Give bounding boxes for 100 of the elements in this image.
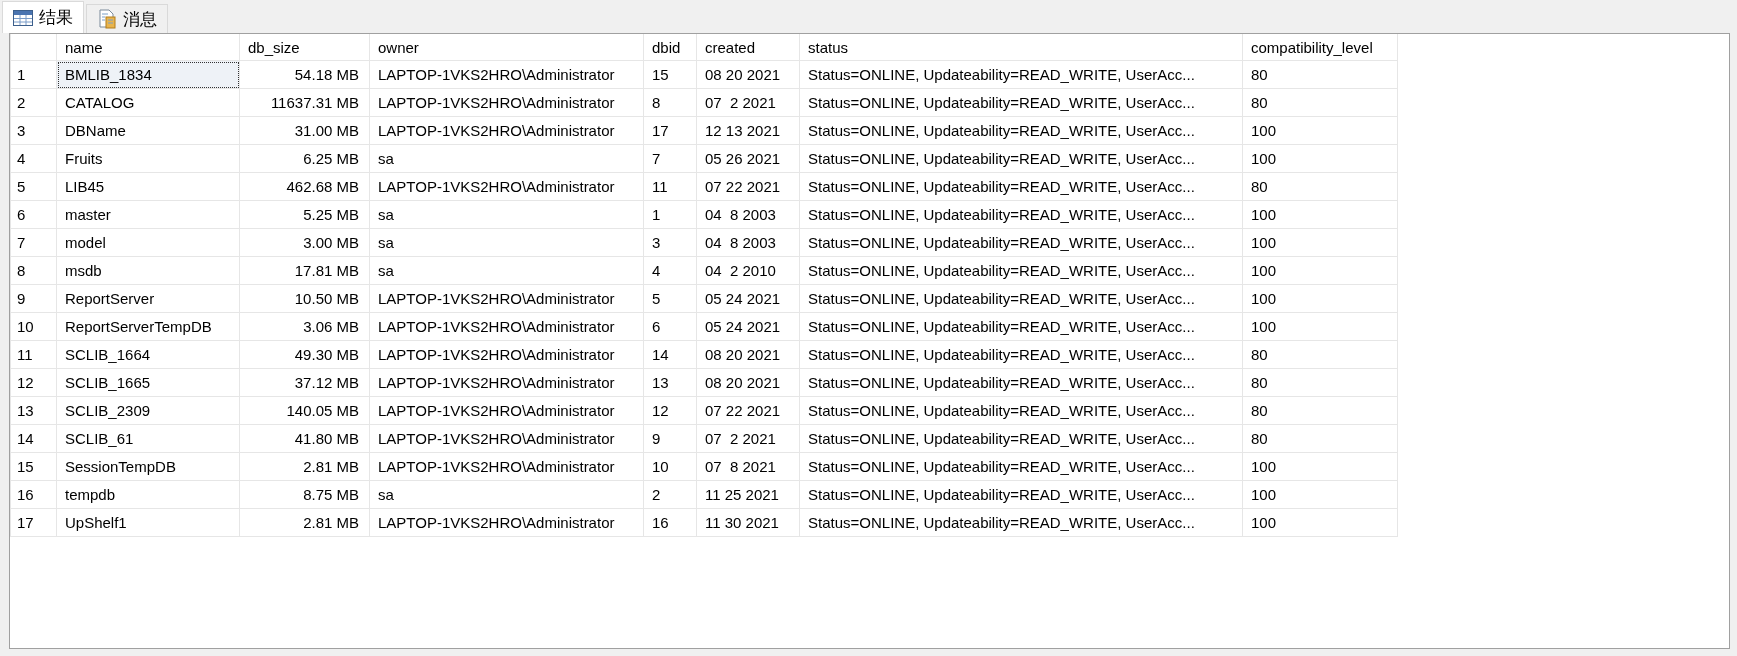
table-cell: 3	[643, 228, 697, 257]
table-cell: ReportServerTempDB	[56, 312, 240, 341]
column-header[interactable]: name	[56, 34, 240, 61]
table-cell: 08 20 2021	[696, 368, 800, 397]
table-cell: 100	[1242, 480, 1398, 509]
table-cell: Status=ONLINE, Updateability=READ_WRITE, UserAcc...	[799, 424, 1243, 453]
table-cell: 07 22 2021	[696, 396, 800, 425]
row-number: 2	[10, 88, 57, 117]
column-header[interactable]: owner	[369, 34, 644, 61]
table-cell: BMLIB_1834	[56, 60, 240, 89]
table-cell: LAPTOP-1VKS2HRO\Administrator	[369, 312, 644, 341]
table-cell: 80	[1242, 88, 1398, 117]
table-cell: 2.81 MB	[239, 452, 370, 481]
row-number: 14	[10, 424, 57, 453]
table-cell: 04 8 2003	[696, 200, 800, 229]
table-cell: 140.05 MB	[239, 396, 370, 425]
table-cell: LAPTOP-1VKS2HRO\Administrator	[369, 172, 644, 201]
table-cell: 31.00 MB	[239, 116, 370, 145]
column-header[interactable]: dbid	[643, 34, 697, 61]
table-cell: 41.80 MB	[239, 424, 370, 453]
column-header[interactable]: status	[799, 34, 1243, 61]
table-cell: 3.00 MB	[239, 228, 370, 257]
table-cell: 100	[1242, 116, 1398, 145]
table-cell: 11637.31 MB	[239, 88, 370, 117]
table-cell: 07 8 2021	[696, 452, 800, 481]
table-cell: 12 13 2021	[696, 116, 800, 145]
table-cell: 49.30 MB	[239, 340, 370, 369]
results-tab[interactable]: 结果	[2, 1, 84, 33]
table-cell: 6.25 MB	[239, 144, 370, 173]
table-cell: 100	[1242, 200, 1398, 229]
table-cell: sa	[369, 228, 644, 257]
table-cell: 80	[1242, 424, 1398, 453]
table-cell: 100	[1242, 284, 1398, 313]
table-cell: Status=ONLINE, Updateability=READ_WRITE, UserAcc...	[799, 396, 1243, 425]
table-cell: 5	[643, 284, 697, 313]
table-cell: 80	[1242, 396, 1398, 425]
table-cell: LAPTOP-1VKS2HRO\Administrator	[369, 508, 644, 537]
table-cell: 5.25 MB	[239, 200, 370, 229]
table-cell: SCLIB_61	[56, 424, 240, 453]
table-cell: tempdb	[56, 480, 240, 509]
table-cell: LAPTOP-1VKS2HRO\Administrator	[369, 88, 644, 117]
table-cell: 100	[1242, 144, 1398, 173]
column-header[interactable]: created	[696, 34, 800, 61]
table-cell: 04 8 2003	[696, 228, 800, 257]
row-number: 7	[10, 228, 57, 257]
table-cell: 14	[643, 340, 697, 369]
row-number: 15	[10, 452, 57, 481]
table-cell: SessionTempDB	[56, 452, 240, 481]
table-cell: 100	[1242, 452, 1398, 481]
table-cell: 80	[1242, 340, 1398, 369]
table-cell: DBName	[56, 116, 240, 145]
table-cell: 13	[643, 368, 697, 397]
table-cell: 07 2 2021	[696, 88, 800, 117]
table-cell: 2.81 MB	[239, 508, 370, 537]
table-cell: CATALOG	[56, 88, 240, 117]
table-cell: sa	[369, 480, 644, 509]
table-cell: 80	[1242, 368, 1398, 397]
table-cell: Status=ONLINE, Updateability=READ_WRITE, UserAcc...	[799, 368, 1243, 397]
table-cell: 05 24 2021	[696, 312, 800, 341]
table-cell: LAPTOP-1VKS2HRO\Administrator	[369, 368, 644, 397]
table-cell: 08 20 2021	[696, 340, 800, 369]
table-cell: 05 26 2021	[696, 144, 800, 173]
table-cell: Status=ONLINE, Updateability=READ_WRITE, UserAcc...	[799, 88, 1243, 117]
table-cell: UpShelf1	[56, 508, 240, 537]
table-cell: LAPTOP-1VKS2HRO\Administrator	[369, 452, 644, 481]
table-cell: 100	[1242, 256, 1398, 285]
table-cell: 07 2 2021	[696, 424, 800, 453]
table-cell: 11	[643, 172, 697, 201]
table-cell: 9	[643, 424, 697, 453]
table-cell: Status=ONLINE, Updateability=READ_WRITE, UserAcc...	[799, 144, 1243, 173]
row-number: 10	[10, 312, 57, 341]
column-header[interactable]: compatibility_level	[1242, 34, 1398, 61]
table-cell: SCLIB_2309	[56, 396, 240, 425]
table-cell: Status=ONLINE, Updateability=READ_WRITE, UserAcc...	[799, 228, 1243, 257]
table-cell: Status=ONLINE, Updateability=READ_WRITE, UserAcc...	[799, 480, 1243, 509]
table-cell: 7	[643, 144, 697, 173]
table-cell: 12	[643, 396, 697, 425]
table-cell: 2	[643, 480, 697, 509]
table-cell: model	[56, 228, 240, 257]
table-cell: LAPTOP-1VKS2HRO\Administrator	[369, 284, 644, 313]
table-cell: Status=ONLINE, Updateability=READ_WRITE, UserAcc...	[799, 172, 1243, 201]
table-cell: Status=ONLINE, Updateability=READ_WRITE, UserAcc...	[799, 60, 1243, 89]
table-cell: 54.18 MB	[239, 60, 370, 89]
row-number: 5	[10, 172, 57, 201]
row-number: 12	[10, 368, 57, 397]
column-header[interactable]: db_size	[239, 34, 370, 61]
table-cell: LAPTOP-1VKS2HRO\Administrator	[369, 116, 644, 145]
results-tab[interactable]: 消息	[86, 4, 168, 33]
table-cell: 8.75 MB	[239, 480, 370, 509]
table-cell: LAPTOP-1VKS2HRO\Administrator	[369, 340, 644, 369]
table-cell: LAPTOP-1VKS2HRO\Administrator	[369, 396, 644, 425]
table-cell: 17.81 MB	[239, 256, 370, 285]
table-cell: 100	[1242, 312, 1398, 341]
table-cell: Status=ONLINE, Updateability=READ_WRITE, UserAcc...	[799, 116, 1243, 145]
table-cell: 11 30 2021	[696, 508, 800, 537]
table-cell: 3.06 MB	[239, 312, 370, 341]
table-cell: 10.50 MB	[239, 284, 370, 313]
table-cell: SCLIB_1665	[56, 368, 240, 397]
table-cell: sa	[369, 256, 644, 285]
row-number: 1	[10, 60, 57, 89]
